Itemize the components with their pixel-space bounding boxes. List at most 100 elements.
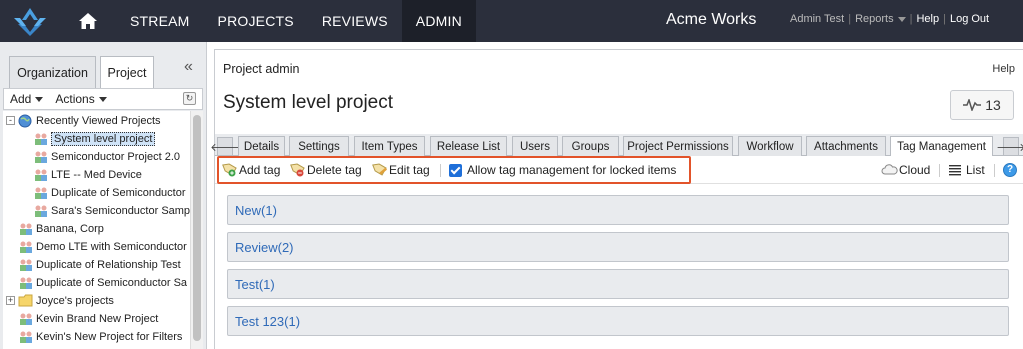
project-tree: - Recently Viewed Projects System level pr… xyxy=(3,111,190,349)
tab-scroll-right-icon[interactable]: 🡒 xyxy=(996,137,1023,156)
tab-settings[interactable]: Settings xyxy=(289,136,349,156)
tree-scrollbar[interactable] xyxy=(190,111,203,349)
tab-scroll-left-icon[interactable]: 🡐 xyxy=(210,137,240,156)
collapse-panel-icon[interactable]: « xyxy=(184,58,193,76)
tree-item[interactable]: Semiconductor Project 2.0 xyxy=(33,148,180,166)
tab-groups[interactable]: Groups xyxy=(562,136,619,156)
nav-admin[interactable]: ADMIN xyxy=(401,0,476,42)
cloud-icon xyxy=(881,163,898,177)
tab-release-list[interactable]: Release List xyxy=(430,136,507,156)
list-icon xyxy=(948,163,965,177)
project-tabs: 🡐 Details Settings Item Types Release Li… xyxy=(210,134,1023,157)
scrollbar-thumb[interactable] xyxy=(193,115,201,341)
nav-reviews[interactable]: REVIEWS xyxy=(308,0,402,42)
help-link-main[interactable]: Help xyxy=(992,63,1015,75)
tree-item[interactable]: Joyce's projects xyxy=(18,292,114,310)
tree-item-label: Duplicate of Semiconductor Sa xyxy=(36,277,188,289)
tree-item-label: Kevin Brand New Project xyxy=(36,313,159,325)
allow-locked-checkbox[interactable] xyxy=(449,163,462,177)
project-icon xyxy=(18,240,34,254)
tree-item[interactable]: Sara's Semiconductor Samp xyxy=(33,202,190,220)
tree-item[interactable]: LTE -- Med Device xyxy=(33,166,142,184)
edit-tag-button[interactable]: Edit tag xyxy=(371,163,430,177)
tree-item-label: Recently Viewed Projects xyxy=(36,115,161,127)
tree-item[interactable]: Kevin Brand New Project xyxy=(18,310,158,328)
project-icon xyxy=(18,276,34,290)
delete-tag-button[interactable]: Delete tag xyxy=(289,163,362,177)
project-icon xyxy=(18,258,34,272)
breadcrumb: Project admin xyxy=(223,62,300,76)
tab-project[interactable]: Project xyxy=(100,56,154,89)
brand-name: Acme Works xyxy=(666,11,757,28)
project-icon xyxy=(33,132,49,146)
project-icon xyxy=(18,330,34,344)
tab-users[interactable]: Users xyxy=(512,136,558,156)
left-panel: Organization Project « Add Actions ↻ - Re… xyxy=(0,42,207,349)
project-icon xyxy=(18,222,34,236)
tree-item-label: Duplicate of Relationship Test xyxy=(36,259,181,271)
cloud-view-button[interactable]: Cloud xyxy=(881,163,930,177)
logout-link[interactable]: Log Out xyxy=(950,13,989,25)
help-icon[interactable]: ? xyxy=(1003,163,1017,177)
folder-icon xyxy=(18,294,34,308)
allow-locked-checkbox-row[interactable]: Allow tag management for locked items xyxy=(449,163,676,177)
tab-project-permissions[interactable]: Project Permissions xyxy=(623,136,733,156)
tag-row[interactable]: New(1) xyxy=(227,195,1009,225)
tree-item-label: Semiconductor Project 2.0 xyxy=(51,151,181,163)
expand-icon[interactable]: + xyxy=(6,296,15,305)
tab-details[interactable]: Details xyxy=(238,136,285,156)
divider xyxy=(440,164,441,177)
add-tag-button[interactable]: Add tag xyxy=(221,163,280,177)
tree-item[interactable]: System level project xyxy=(33,130,156,148)
project-icon xyxy=(33,168,49,182)
home-icon[interactable] xyxy=(60,0,116,42)
activity-count: 13 xyxy=(985,97,1001,113)
nav-stream[interactable]: STREAM xyxy=(116,0,204,42)
project-icon xyxy=(33,186,49,200)
tree-item[interactable]: Recently Viewed Projects xyxy=(18,112,161,130)
user-area: Admin Test | Reports | Help | Log Out xyxy=(790,13,990,25)
tab-organization[interactable]: Organization xyxy=(9,56,96,88)
divider xyxy=(939,164,940,177)
project-icon xyxy=(33,150,49,164)
project-icon xyxy=(18,312,34,326)
tree-item-label: LTE -- Med Device xyxy=(51,169,142,181)
reports-menu[interactable]: Reports xyxy=(855,13,906,25)
tab-workflow[interactable]: Workflow xyxy=(738,136,802,156)
tag-row[interactable]: Test 123(1) xyxy=(227,306,1009,336)
delete-tag-icon xyxy=(289,163,306,177)
refresh-icon[interactable]: ↻ xyxy=(183,92,196,105)
tree-item[interactable]: Duplicate of Relationship Test xyxy=(18,256,181,274)
tree-item-label: Sara's Semiconductor Samp xyxy=(51,205,190,217)
add-menu-button[interactable]: Add xyxy=(10,92,44,106)
tag-row[interactable]: Test(1) xyxy=(227,269,1009,299)
tree-item[interactable]: Duplicate of Semiconductor xyxy=(33,184,186,202)
tag-row[interactable]: Review(2) xyxy=(227,232,1009,262)
tab-item-types[interactable]: Item Types xyxy=(354,136,425,156)
tree-item[interactable]: Duplicate of Semiconductor Sa xyxy=(18,274,187,292)
globe-icon xyxy=(18,114,34,128)
list-view-button[interactable]: List xyxy=(948,163,985,177)
main-panel: Project admin Help System level project … xyxy=(210,49,1023,349)
top-navbar: STREAM PROJECTS REVIEWS ADMIN Acme Works… xyxy=(0,0,1023,42)
activity-icon xyxy=(963,99,982,111)
tab-attachments[interactable]: Attachments xyxy=(806,136,886,156)
user-name-link[interactable]: Admin Test xyxy=(790,13,844,25)
collapse-icon[interactable]: - xyxy=(6,116,15,125)
divider xyxy=(994,164,995,177)
allow-locked-label: Allow tag management for locked items xyxy=(467,163,677,177)
project-icon xyxy=(33,204,49,218)
tree-item-label: Banana, Corp xyxy=(36,223,104,235)
nav-projects[interactable]: PROJECTS xyxy=(204,0,308,42)
tree-item[interactable]: Demo LTE with Semiconductor xyxy=(18,238,187,256)
actions-menu-button[interactable]: Actions xyxy=(55,92,107,106)
help-link[interactable]: Help xyxy=(916,13,939,25)
tab-tag-management[interactable]: Tag Management xyxy=(890,136,993,157)
add-tag-icon xyxy=(221,163,238,177)
tree-item[interactable]: Banana, Corp xyxy=(18,220,104,238)
activity-button[interactable]: 13 xyxy=(950,90,1014,120)
app-logo[interactable] xyxy=(0,0,60,42)
tree-item-label: Demo LTE with Semiconductor xyxy=(36,241,187,253)
tree-item[interactable]: Kevin's New Project for Filters xyxy=(18,328,182,346)
tree-item-label: Joyce's projects xyxy=(36,295,114,307)
